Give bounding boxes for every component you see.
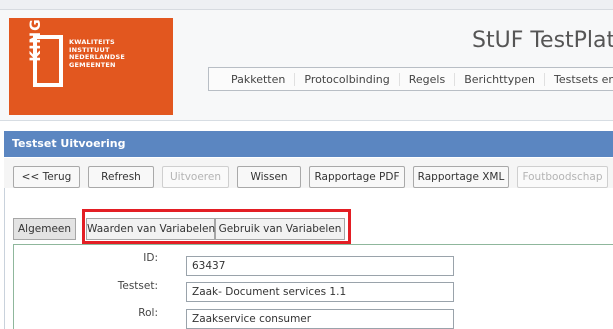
nav-item-protocolbinding[interactable]: Protocolbinding bbox=[295, 72, 400, 86]
id-field[interactable]: 63437 bbox=[186, 256, 454, 276]
error-message-button[interactable]: Foutboodschap bbox=[517, 166, 608, 188]
nav-item-regels[interactable]: Regels bbox=[400, 72, 456, 86]
report-pdf-button[interactable]: Rapportage PDF bbox=[309, 166, 405, 188]
nav-item-berichttypen[interactable]: Berichttypen bbox=[455, 72, 545, 86]
app-header: KING KWALITEITS INSTITUUT NEDERLANDSE GE… bbox=[0, 10, 613, 121]
back-button[interactable]: << Terug bbox=[13, 166, 80, 188]
run-button[interactable]: Uitvoeren bbox=[162, 166, 229, 188]
logo-line-4: GEMEENTEN bbox=[69, 60, 116, 69]
id-label: ID: bbox=[143, 252, 158, 264]
panel-title: Testset Uitvoering bbox=[4, 131, 613, 157]
clear-button[interactable]: Wissen bbox=[237, 166, 301, 188]
role-label: Rol: bbox=[138, 307, 158, 319]
report-xml-button[interactable]: Rapportage XML bbox=[413, 166, 509, 188]
browser-top-strip bbox=[0, 0, 613, 10]
king-logo: KING KWALITEITS INSTITUUT NEDERLANDSE GE… bbox=[9, 18, 173, 115]
logo-mark-text: KING bbox=[28, 18, 44, 62]
nav-item-pakketten[interactable]: Pakketten bbox=[209, 72, 296, 86]
refresh-button[interactable]: Refresh bbox=[88, 166, 154, 188]
nav-item-testsets[interactable]: Testsets en sce bbox=[545, 73, 613, 86]
testset-label: Testset: bbox=[117, 280, 158, 292]
app-title: StUF TestPlatfo bbox=[472, 28, 613, 53]
highlight-box bbox=[82, 209, 351, 244]
tab-algemeen[interactable]: Algemeen bbox=[13, 218, 76, 240]
logo-wordmark: KWALITEITS INSTITUUT NEDERLANDSE GEMEENT… bbox=[69, 38, 125, 69]
testset-field[interactable]: Zaak- Document services 1.1 bbox=[186, 282, 454, 302]
role-field[interactable]: Zaakservice consumer bbox=[186, 309, 454, 329]
main-nav: Pakketten Protocolbinding Regels Bericht… bbox=[208, 67, 613, 91]
